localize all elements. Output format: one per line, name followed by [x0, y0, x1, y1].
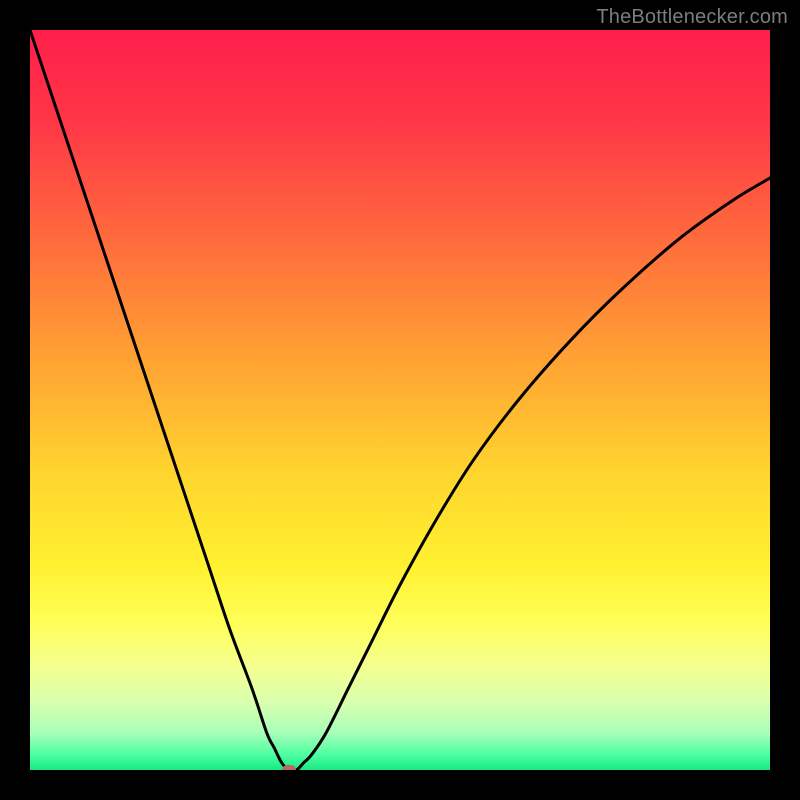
chart-stage: TheBottlenecker.com — [0, 0, 800, 800]
bottleneck-curve — [30, 30, 770, 770]
optimal-point-marker — [282, 765, 296, 770]
plot-area — [30, 30, 770, 770]
watermark-text: TheBottlenecker.com — [596, 6, 788, 29]
